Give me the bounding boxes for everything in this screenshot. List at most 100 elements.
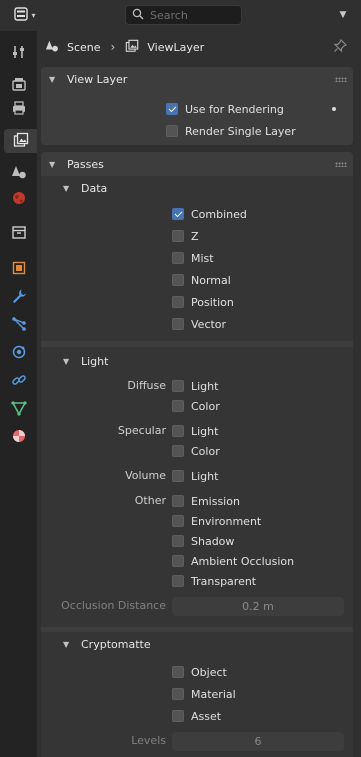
wrench-screwdriver-icon (11, 44, 27, 63)
breadcrumb: Scene › ViewLayer (45, 37, 204, 57)
search-icon (132, 8, 144, 23)
chevron-down-icon: ▼ (63, 639, 70, 649)
world-tab[interactable] (6, 187, 32, 211)
combined-pass-label: Combined (191, 207, 247, 221)
animate-property-dot[interactable] (332, 107, 336, 111)
data-subpanel-title: Data (81, 181, 108, 195)
normal-pass-label: Normal (191, 273, 231, 287)
cryptomatte-asset-label: Asset (191, 709, 222, 723)
search-placeholder: Search (150, 8, 188, 22)
object-tab[interactable] (6, 257, 32, 281)
checkbox-icon (172, 710, 184, 722)
checkbox-icon (172, 230, 184, 242)
emission-label: Emission (191, 494, 240, 508)
chevron-down-icon: ▾ (31, 11, 36, 20)
tool-tab[interactable] (6, 41, 32, 65)
passes-panel-header[interactable]: ▼ Passes (41, 152, 353, 176)
position-pass-checkbox[interactable]: Position (172, 292, 234, 312)
view-layer-icon (125, 39, 139, 56)
images-icon (13, 132, 29, 151)
diffuse-light-label: Light (191, 379, 219, 393)
specular-color-label: Color (191, 444, 220, 458)
diffuse-color-checkbox[interactable]: Color (172, 396, 220, 416)
checkbox-icon (172, 318, 184, 330)
diffuse-light-checkbox[interactable]: Light (172, 376, 218, 396)
properties-tab-column (0, 31, 37, 757)
specular-color-checkbox[interactable]: Color (172, 441, 220, 461)
transparent-checkbox[interactable]: Transparent (172, 571, 256, 591)
checkbox-icon (172, 470, 184, 482)
view-layer-panel-title: View Layer (67, 72, 128, 86)
particles-tab[interactable] (6, 313, 32, 337)
checkbox-icon (172, 495, 184, 507)
box-icon (11, 224, 27, 243)
data-subpanel-header[interactable]: ▼ Data (41, 176, 353, 200)
material-tab[interactable] (6, 425, 32, 449)
drag-handle-icon[interactable] (335, 77, 347, 82)
specular-light-checkbox[interactable]: Light (172, 421, 218, 441)
chevron-down-icon: ▼ (63, 183, 70, 193)
cryptomatte-object-checkbox[interactable]: Object (172, 662, 227, 682)
data-subpanel: ▼ Data Combined Z Mist Normal Position V… (41, 176, 353, 341)
properties-editor-icon (14, 7, 29, 24)
pin-icon[interactable] (333, 38, 348, 56)
environment-checkbox[interactable]: Environment (172, 511, 261, 531)
output-tab[interactable] (6, 97, 32, 121)
passes-panel: ▼ Passes ▼ Data Combined Z Mist Normal P… (41, 152, 353, 757)
view-layer-panel: ▼ View Layer Use for Rendering Render Si… (41, 67, 353, 145)
editor-type-button[interactable]: ▾ (5, 5, 45, 26)
cryptomatte-asset-checkbox[interactable]: Asset (172, 706, 221, 726)
volume-light-checkbox[interactable]: Light (172, 466, 218, 486)
combined-pass-checkbox[interactable]: Combined (172, 204, 247, 224)
vector-pass-checkbox[interactable]: Vector (172, 314, 226, 334)
ambient-occlusion-checkbox[interactable]: Ambient Occlusion (172, 551, 294, 571)
checkbox-icon (172, 666, 184, 678)
physics-tab[interactable] (6, 341, 32, 365)
shadow-label: Shadow (191, 534, 235, 548)
breadcrumb-view-layer: ViewLayer (147, 40, 205, 54)
z-pass-checkbox[interactable]: Z (172, 226, 199, 246)
chevron-down-icon: ▼ (63, 356, 70, 366)
cryptomatte-subpanel-header[interactable]: ▼ Cryptomatte (41, 632, 353, 656)
occlusion-distance-field[interactable]: 0.2 m (172, 597, 344, 616)
constraints-tab[interactable] (6, 369, 32, 393)
light-subpanel: ▼ Light Diffuse Light Color Specular Lig… (41, 347, 353, 627)
use-for-rendering-checkbox[interactable]: Use for Rendering (166, 99, 284, 119)
mist-pass-label: Mist (191, 251, 214, 265)
z-pass-label: Z (191, 229, 199, 243)
modifiers-tab[interactable] (6, 285, 32, 309)
light-subpanel-header[interactable]: ▼ Light (41, 349, 353, 373)
scene-icon (45, 39, 59, 56)
checkbox-icon (172, 425, 184, 437)
emission-checkbox[interactable]: Emission (172, 491, 240, 511)
diffuse-label: Diffuse (127, 379, 166, 392)
levels-field[interactable]: 6 (172, 732, 344, 751)
cryptomatte-object-label: Object (191, 665, 227, 679)
view-layer-panel-header[interactable]: ▼ View Layer (41, 67, 353, 91)
camera-back-icon (11, 76, 27, 95)
checkbox-icon (172, 555, 184, 567)
options-dropdown-button[interactable]: ▼ (331, 5, 355, 25)
drag-handle-icon[interactable] (335, 162, 347, 167)
breadcrumb-scene: Scene (67, 40, 101, 54)
data-tab[interactable] (6, 397, 32, 421)
render-single-layer-checkbox[interactable]: Render Single Layer (166, 121, 296, 141)
shadow-checkbox[interactable]: Shadow (172, 531, 234, 551)
normal-pass-checkbox[interactable]: Normal (172, 270, 231, 290)
scene-tab[interactable] (6, 161, 32, 185)
triangle-vertex-icon (11, 400, 27, 419)
occlusion-distance-label: Occlusion Distance (61, 599, 166, 612)
use-for-rendering-label: Use for Rendering (185, 102, 284, 116)
vector-pass-label: Vector (191, 317, 227, 331)
view-layer-tab[interactable] (4, 129, 37, 153)
checkbox-checked-icon (166, 103, 178, 115)
cone-sphere-icon (11, 164, 27, 183)
render-tab[interactable] (6, 73, 32, 97)
checkbox-icon (172, 575, 184, 587)
mist-pass-checkbox[interactable]: Mist (172, 248, 214, 268)
cryptomatte-material-checkbox[interactable]: Material (172, 684, 236, 704)
environment-label: Environment (191, 514, 262, 528)
checkbox-icon (172, 296, 184, 308)
search-field[interactable]: Search (125, 5, 242, 25)
collection-tab[interactable] (6, 221, 32, 245)
